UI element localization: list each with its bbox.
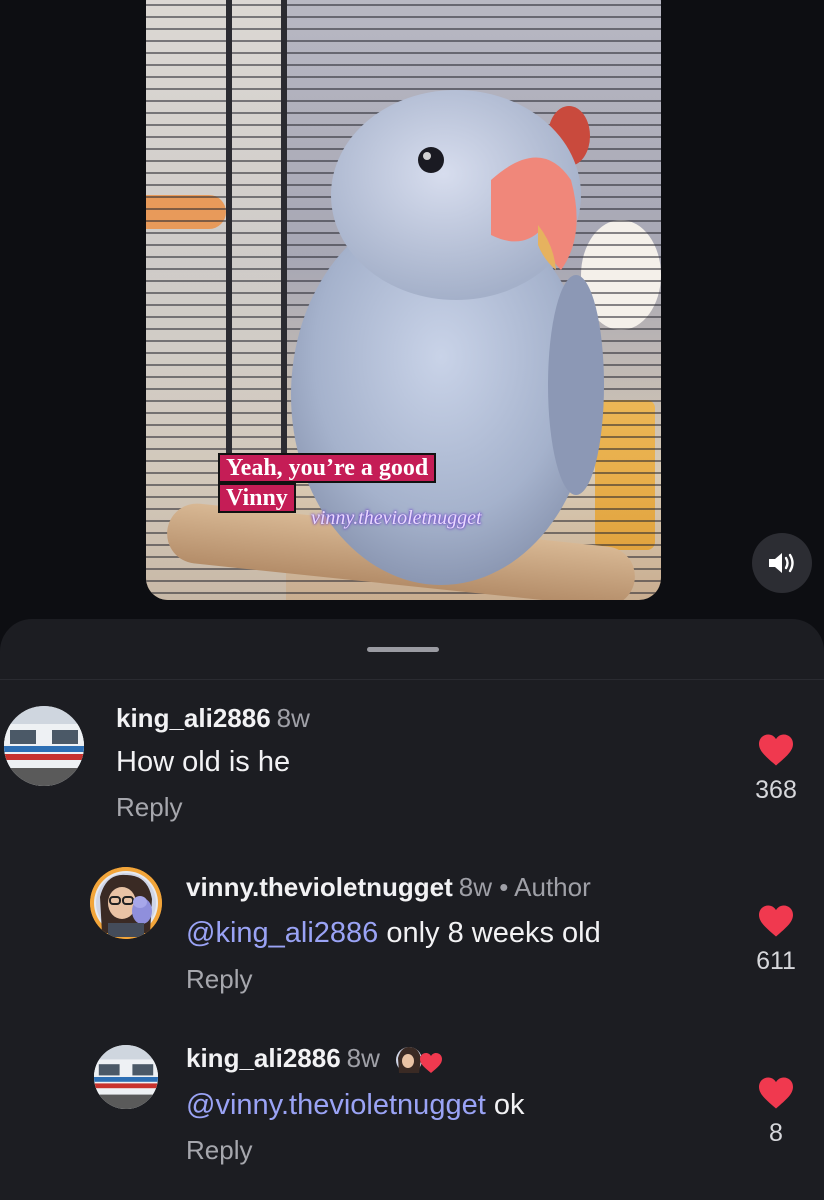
comment-age: 8w — [346, 1043, 380, 1073]
video-watermark: vinny.thevioletnugget — [311, 507, 482, 529]
divider — [0, 679, 824, 680]
like-button[interactable]: 611 — [748, 904, 804, 976]
like-button[interactable]: 8 — [748, 1076, 804, 1148]
comment-body: only 8 weeks old — [378, 917, 601, 949]
reply-button[interactable]: Reply — [186, 964, 252, 995]
user-mention[interactable]: @king_ali2886 — [186, 917, 378, 949]
comment-age: 8w — [458, 872, 493, 902]
heart-filled-icon — [759, 1077, 793, 1109]
heart-filled-icon — [759, 734, 793, 766]
caption-line-1: Yeah, you’re a good — [218, 453, 437, 483]
username[interactable]: king_ali2886 — [116, 703, 271, 733]
drag-handle[interactable] — [367, 647, 439, 652]
like-count: 611 — [756, 947, 796, 975]
author-liked-heart-icon — [393, 1045, 445, 1075]
comment-body: ok — [485, 1089, 525, 1121]
app-screen: Yeah, you’re a good Vinny vinny.theviole… — [0, 0, 824, 1200]
like-button[interactable]: 368 — [748, 733, 804, 805]
train-avatar-icon — [94, 1045, 158, 1109]
comments-sheet: king_ali28868w How old is he Reply 368 — [0, 619, 824, 1200]
user-avatar[interactable] — [4, 706, 84, 786]
author-badge: Author — [514, 872, 591, 902]
comment-text: @king_ali2886 only 8 weeks old — [186, 917, 601, 950]
caption-line-2: Vinny — [218, 483, 296, 513]
comment-age: 8w — [276, 703, 310, 733]
username[interactable]: vinny.thevioletnugget — [186, 872, 453, 902]
video-player[interactable]: Yeah, you’re a good Vinny vinny.theviole… — [146, 0, 661, 600]
reply-button[interactable]: Reply — [116, 792, 182, 823]
comment-header: king_ali2886 8w — [116, 703, 310, 734]
like-count: 368 — [755, 776, 797, 804]
speaker-on-icon — [769, 553, 794, 573]
heart-filled-icon — [759, 905, 793, 937]
reply-button[interactable]: Reply — [186, 1135, 252, 1166]
user-mention[interactable]: @vinny.thevioletnugget — [186, 1089, 486, 1121]
username[interactable]: king_ali2886 — [186, 1043, 341, 1073]
cage-bar — [226, 0, 232, 500]
comment-text: @vinny.thevioletnugget ok — [186, 1089, 524, 1122]
comment-body: How old is he — [116, 746, 291, 778]
comment-text: How old is he — [116, 746, 290, 779]
user-avatar[interactable] — [90, 867, 162, 939]
comment-header: vinny.thevioletnugget 8w • Author — [186, 872, 591, 903]
video-caption: Yeah, you’re a good Vinny — [218, 453, 437, 513]
comment-header: king_ali2886 8w — [186, 1043, 445, 1075]
cartoon-girl-with-parrot-avatar-icon — [90, 867, 162, 939]
volume-button[interactable] — [752, 533, 812, 593]
like-count: 8 — [769, 1119, 783, 1147]
train-avatar-icon — [4, 706, 84, 786]
user-avatar[interactable] — [94, 1045, 158, 1109]
meta-separator: • — [499, 872, 509, 902]
